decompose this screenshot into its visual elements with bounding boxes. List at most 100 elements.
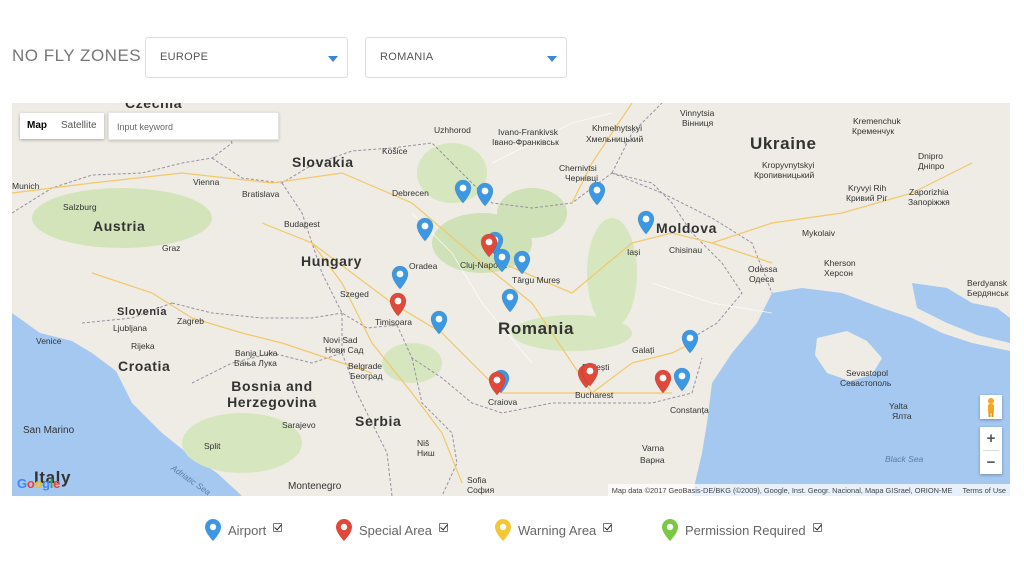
special-area-marker-icon[interactable]	[581, 362, 599, 387]
legend-warning-area-checkbox[interactable]	[603, 522, 613, 532]
legend-item-warning-area[interactable]: Warning Area	[494, 518, 613, 542]
map-label-split: Split	[204, 441, 221, 451]
map-label-debrecen: Debrecen	[392, 188, 429, 198]
chevron-down-icon	[328, 56, 338, 62]
map-label-nis-cyr: Ниш	[417, 448, 435, 458]
airport-marker-icon[interactable]	[637, 210, 655, 235]
map-label-varna: Varna	[642, 443, 665, 453]
legend-special-area-checkbox[interactable]	[439, 522, 448, 532]
airport-marker-icon[interactable]	[416, 217, 434, 242]
map-label-croatia: Croatia	[118, 358, 171, 374]
map-label-targu: Târgu Mureș	[512, 275, 561, 285]
country-select-value: ROMANIA	[380, 51, 434, 63]
map-label-timisoara: Timișoara	[375, 317, 412, 327]
google-logo: Google	[17, 476, 61, 491]
zoom-out-button[interactable]: −	[980, 451, 1002, 474]
map-label-berdyansk: Berdyansk	[967, 278, 1008, 288]
map-label-banjaluka: Banja Luka	[235, 348, 278, 358]
map-label-belgrade: Belgrade	[348, 361, 383, 371]
map-label-san-marino: San Marino	[23, 425, 75, 436]
map-label-bucharest: Bucharest	[575, 390, 614, 400]
region-select-value: EUROPE	[160, 51, 209, 63]
map-type-map-button[interactable]: Map	[20, 113, 54, 139]
map-label-sevastopol: Sevastopol	[846, 368, 889, 378]
map-label-uzhhorod: Uzhhorod	[434, 125, 471, 135]
map-label-sofia: Sofia	[467, 475, 487, 485]
map-label-kosice: Košice	[382, 146, 408, 156]
map-label-craiova: Craiova	[488, 397, 518, 407]
map-label-novisad: Novi Sad	[323, 335, 358, 345]
map-label-austria: Austria	[93, 218, 146, 234]
map-type-satellite-button[interactable]: Satellite	[54, 113, 104, 139]
map-label-chernivtsi: Chernivtsi	[559, 163, 597, 173]
map-label-graz: Graz	[162, 243, 181, 253]
region-select[interactable]: EUROPE	[145, 37, 348, 78]
map-label-belgrade-cyr: Београд	[350, 371, 383, 381]
map-label-serbia: Serbia	[355, 413, 402, 429]
airport-marker-icon[interactable]	[501, 288, 519, 313]
airport-marker-icon[interactable]	[430, 310, 448, 335]
map-label-czechia: Czechia	[125, 103, 183, 111]
map-label-yalta: Yalta	[889, 401, 908, 411]
airport-marker-icon[interactable]	[391, 265, 409, 290]
special-area-marker-icon[interactable]	[480, 233, 498, 258]
map-label-nis: Niš	[417, 438, 430, 448]
map-label-berdyansk-cyr: Бердянськ	[967, 288, 1009, 298]
map-label-salzburg: Salzburg	[63, 202, 97, 212]
map-label-kremenchuk: Kremenchuk	[853, 116, 901, 126]
map-label-chisinau: Chisinau	[669, 245, 703, 255]
map-label-rijeka: Rijeka	[131, 341, 155, 351]
map-label-ivano: Ivano-Frankivsk	[498, 127, 558, 137]
special-area-marker-icon	[336, 519, 352, 541]
legend-item-special-area[interactable]: Special Area	[335, 518, 448, 542]
map-label-montenegro: Montenegro	[288, 481, 342, 492]
airport-marker-icon[interactable]	[513, 250, 531, 275]
map-label-yalta-cyr: Ялта	[892, 411, 912, 421]
legend-item-permission-required[interactable]: Permission Required	[661, 518, 822, 542]
legend-label: Special Area	[359, 522, 432, 538]
map-label-khmelnytskyi-cyr: Хмельницький	[586, 134, 644, 144]
airport-marker-icon[interactable]	[476, 182, 494, 207]
special-area-marker-icon[interactable]	[654, 369, 672, 394]
airport-marker-icon[interactable]	[681, 329, 699, 354]
map-label-varna-cyr: Варна	[640, 455, 665, 465]
map-label-hungary: Hungary	[301, 253, 362, 269]
map-label-venice: Venice	[36, 336, 62, 346]
map-label-khmelnytskyi: Khmelnytskyi	[592, 123, 643, 133]
chevron-down-icon	[547, 56, 557, 62]
street-view-pegman-icon[interactable]	[980, 395, 1002, 419]
map-label-sevastopol-cyr: Севастополь	[840, 378, 892, 388]
map-label-vinnytsia: Vinnytsia	[680, 108, 715, 118]
terms-of-use-link[interactable]: Terms of Use	[962, 486, 1006, 495]
map-label-ljubljana: Ljubljana	[113, 323, 148, 333]
airport-marker-icon[interactable]	[454, 179, 472, 204]
legend-airport-checkbox[interactable]	[273, 522, 283, 532]
map-type-toggle: Map Satellite	[20, 113, 104, 139]
special-area-marker-icon[interactable]	[488, 371, 506, 396]
legend-permission-required-checkbox[interactable]	[812, 522, 822, 532]
map-label-zaporizhia-cyr: Запоріжжя	[908, 197, 950, 207]
map-label-vinnytsia-cyr: Вінниця	[682, 118, 714, 128]
warning-area-marker-icon	[495, 519, 511, 541]
map-label-odessa: Odessa	[748, 264, 778, 274]
map-label-black-sea: Black Sea	[885, 454, 924, 464]
legend-label: Airport	[228, 522, 267, 538]
page-title: NO FLY ZONES	[12, 46, 142, 65]
map-label-sarajevo: Sarajevo	[282, 420, 316, 430]
map[interactable]: Map Satellite Input keyword Czechia Ukra…	[12, 103, 1010, 496]
special-area-marker-icon[interactable]	[389, 292, 407, 317]
map-label-munich: Munich	[12, 181, 40, 191]
legend-label: Permission Required	[685, 522, 806, 538]
map-label-szeged: Szeged	[340, 289, 369, 299]
airport-marker-icon	[205, 519, 221, 541]
airport-marker-icon[interactable]	[673, 367, 691, 392]
map-search-input[interactable]: Input keyword	[108, 112, 279, 140]
country-select[interactable]: ROMANIA	[365, 37, 567, 78]
map-label-galati: Galați	[632, 345, 655, 355]
legend-item-airport[interactable]: Airport	[204, 518, 283, 542]
zoom-in-button[interactable]: +	[980, 427, 1002, 450]
airport-marker-icon[interactable]	[588, 181, 606, 206]
permission-required-marker-icon	[662, 519, 678, 541]
map-label-sofia-cyr: София	[467, 485, 495, 495]
map-label-novisad-cyr: Нови Сад	[325, 345, 364, 355]
